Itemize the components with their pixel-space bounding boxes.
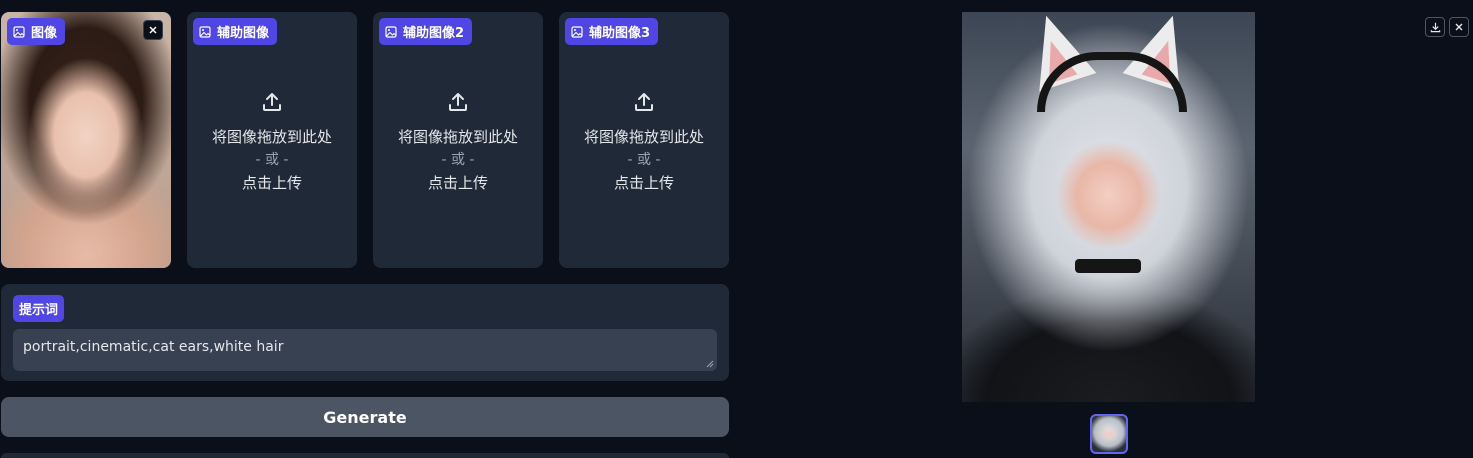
download-button[interactable]: [1425, 17, 1445, 37]
upload-icon: [635, 93, 653, 111]
result-thumbnail[interactable]: [1090, 414, 1128, 454]
aux-image-3-dropzone[interactable]: 将图像拖放到此处 - 或 - 点击上传: [559, 90, 729, 194]
image-input-label-text: 图像: [31, 26, 58, 41]
aux-image-3-label: 辅助图像3: [565, 18, 659, 45]
aux-image-2-label: 辅助图像2: [379, 18, 473, 45]
close-icon: [149, 26, 157, 34]
image-icon: [571, 25, 583, 38]
click-upload-text: 点击上传: [241, 174, 302, 192]
aux-image-2-label-text: 辅助图像2: [403, 26, 465, 41]
clear-image-button[interactable]: [143, 20, 163, 40]
click-upload-text: 点击上传: [427, 174, 488, 192]
aux-image-2-dropzone[interactable]: 将图像拖放到此处 - 或 - 点击上传: [373, 90, 543, 194]
or-text: - 或 -: [627, 152, 661, 168]
image-icon: [13, 25, 25, 38]
close-icon: [1455, 23, 1463, 31]
uploaded-portrait: [1, 12, 171, 268]
aux-image-1-dropzone[interactable]: 将图像拖放到此处 - 或 - 点击上传: [187, 90, 357, 194]
bottom-panel: [1, 453, 729, 458]
generate-button[interactable]: Generate: [1, 397, 729, 437]
image-input[interactable]: 图像: [1, 12, 171, 268]
download-icon: [1430, 22, 1440, 32]
close-result-button[interactable]: [1449, 17, 1469, 37]
aux-image-1-label-text: 辅助图像: [217, 26, 270, 41]
result-image: [962, 12, 1255, 402]
choker: [1075, 259, 1141, 273]
image-icon: [385, 25, 397, 38]
prompt-textarea[interactable]: portrait,cinematic,cat ears,white hair: [13, 329, 717, 371]
prompt-label: 提示词: [13, 295, 65, 322]
or-text: - 或 -: [255, 152, 289, 168]
or-text: - 或 -: [441, 152, 475, 168]
aux-image-input-2[interactable]: 辅助图像2 将图像拖放到此处 - 或 - 点击上传: [373, 12, 543, 268]
image-icon: [199, 25, 211, 38]
prompt-value: portrait,cinematic,cat ears,white hair: [23, 339, 284, 355]
aux-image-3-label-text: 辅助图像3: [589, 26, 651, 41]
aux-image-input-1[interactable]: 辅助图像 将图像拖放到此处 - 或 - 点击上传: [187, 12, 357, 268]
aux-image-input-3[interactable]: 辅助图像3 将图像拖放到此处 - 或 - 点击上传: [559, 12, 729, 268]
prompt-label-text: 提示词: [19, 303, 59, 318]
drop-text: 将图像拖放到此处: [583, 128, 704, 146]
image-input-label: 图像: [7, 18, 66, 45]
drop-text: 将图像拖放到此处: [397, 128, 518, 146]
upload-icon: [263, 93, 281, 111]
drop-text: 将图像拖放到此处: [211, 128, 332, 146]
prompt-panel: 提示词 portrait,cinematic,cat ears,white ha…: [1, 284, 729, 381]
aux-image-1-label: 辅助图像: [193, 18, 278, 45]
click-upload-text: 点击上传: [613, 174, 674, 192]
resize-grip-icon[interactable]: [706, 360, 714, 368]
upload-icon: [449, 93, 467, 111]
